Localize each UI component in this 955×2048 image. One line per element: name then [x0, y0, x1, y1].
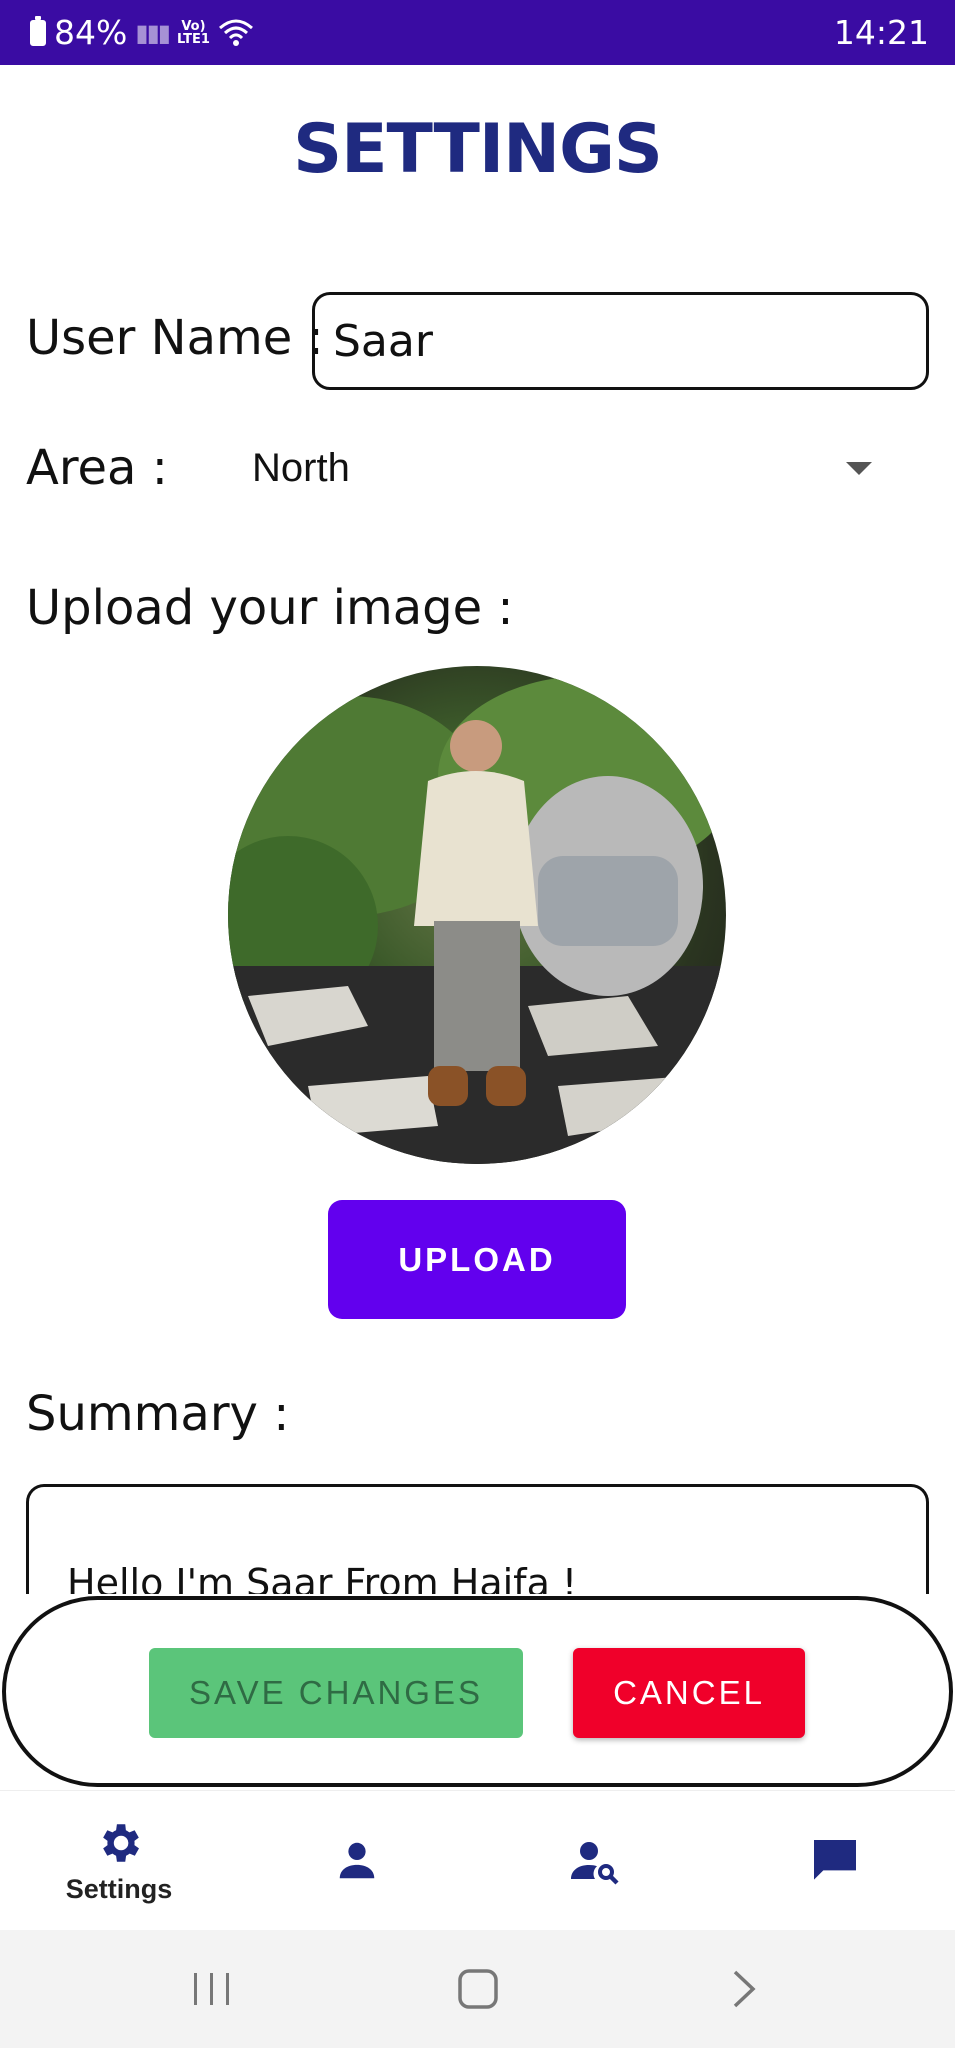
gear-icon [103, 1823, 139, 1862]
upload-button[interactable]: UPLOAD [328, 1200, 626, 1319]
summary-label: Summary : [26, 1386, 290, 1442]
user-name-label: User Name : [26, 310, 324, 366]
nav-profile[interactable] [267, 1791, 447, 1931]
summary-textarea[interactable]: Hello I'm Saar From Haifa ! [26, 1484, 929, 1594]
status-left: 84% ▮▮▮ Vo) LTE1 [30, 13, 254, 52]
bottom-navigation: Settings [0, 1790, 955, 1931]
clock: 14:21 [833, 13, 929, 52]
summary-text: Hello I'm Saar From Haifa ! [67, 1561, 578, 1594]
battery-icon [30, 15, 46, 46]
upload-image-label: Upload your image : [26, 580, 514, 636]
user-name-input[interactable]: Saar [312, 292, 929, 390]
nav-settings-label: Settings [65, 1873, 173, 1904]
recent-apps-icon[interactable] [152, 1930, 272, 2048]
system-navigation-bar [0, 1930, 955, 2048]
signal-icon: ▮▮▮ [135, 18, 171, 47]
profile-image [228, 666, 726, 1164]
volte-icon: Vo) LTE1 [176, 18, 210, 47]
nav-chat[interactable] [745, 1791, 925, 1931]
back-icon[interactable] [684, 1930, 804, 2048]
person-icon [339, 1842, 375, 1879]
page-title: SETTINGS [293, 110, 663, 189]
nav-settings[interactable]: Settings [29, 1791, 209, 1931]
area-dropdown[interactable]: North [252, 435, 892, 501]
nav-search-users[interactable] [505, 1791, 685, 1931]
area-label: Area : [26, 440, 168, 496]
cancel-button[interactable]: CANCEL [573, 1648, 805, 1738]
dropdown-arrow-icon[interactable] [846, 461, 872, 475]
wifi-icon [218, 19, 253, 46]
person-search-icon [571, 1842, 619, 1885]
battery-level: 84% [54, 13, 128, 52]
area-selected-value: North [252, 445, 350, 490]
profile-photo-illustration [228, 676, 726, 1164]
status-bar: 84% ▮▮▮ Vo) LTE1 14:21 [0, 0, 955, 65]
save-changes-button[interactable]: SAVE CHANGES [149, 1648, 523, 1738]
home-icon[interactable] [418, 1930, 538, 2048]
chat-icon [814, 1840, 856, 1880]
